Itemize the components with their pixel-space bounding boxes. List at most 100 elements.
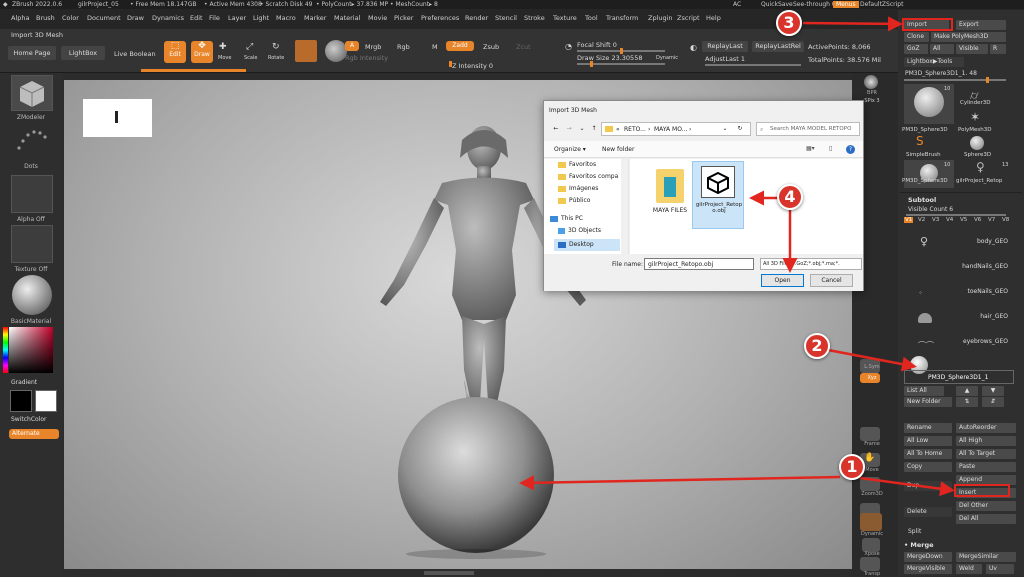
zcut-button[interactable]: Zcut [516, 43, 531, 51]
nav-desktop[interactable]: Desktop [554, 239, 620, 251]
menu-draw[interactable]: Draw [127, 14, 144, 22]
new-folder-button[interactable]: New folder [602, 146, 634, 153]
dots-stroke-icon[interactable] [13, 126, 51, 160]
version-tab-v3[interactable]: V3 [932, 217, 939, 223]
subtool-row-toenails[interactable]: ⁘ toeNails_GEO [904, 285, 1014, 310]
dynamic-button[interactable]: Dynamic [656, 55, 678, 61]
file-type-select[interactable]: All 3D Files(*.GoZ;*.obj;*.ma;*. [760, 258, 862, 270]
weld-button[interactable]: Weld [956, 564, 982, 574]
move-folder-up-button[interactable]: ⇅ [956, 397, 978, 407]
nav-imagenes[interactable]: Imágenes [558, 185, 598, 192]
menu-help[interactable]: Help [706, 14, 721, 22]
zmodeler-brush-thumb[interactable] [11, 75, 53, 111]
active-subtool-row[interactable] [904, 370, 1014, 384]
rgb-button[interactable]: Rgb [397, 43, 410, 51]
view-options-icon[interactable]: ▦▾ [806, 145, 815, 152]
simplebrush-icon[interactable]: S [916, 134, 924, 148]
organize-button[interactable]: Organize ▾ [554, 146, 586, 153]
goz-all-button[interactable]: All [930, 44, 954, 54]
menu-file[interactable]: File [209, 14, 220, 22]
adjust-last-track[interactable] [705, 64, 801, 66]
figure-tool-icon[interactable]: ♀ [976, 160, 985, 174]
texture-sphere-icon[interactable] [325, 40, 347, 62]
file-item-obj-selected[interactable]: gilrProject_Retopo.obj [692, 161, 744, 229]
bpr-icon[interactable] [864, 75, 878, 89]
replay-last-button[interactable]: ReplayLast [702, 41, 748, 52]
version-tab-v4[interactable]: V4 [946, 217, 953, 223]
visible-count-slider[interactable]: Visible Count 6 [908, 206, 953, 213]
menu-color[interactable]: Color [62, 14, 79, 22]
focal-shift-slider[interactable]: Focal Shift 0 [577, 41, 617, 49]
version-tab-v8[interactable]: V8 [1002, 217, 1009, 223]
subtool-row-body[interactable]: ♀ body_GEO [904, 235, 1014, 260]
copy-button[interactable]: Copy [904, 462, 952, 472]
draw-size-slider[interactable]: Draw Size 23.30558 [577, 54, 642, 62]
material-sphere-icon[interactable] [12, 275, 52, 315]
make-polymesh3d-button[interactable]: Make PolyMesh3D [931, 32, 1006, 42]
del-all-button[interactable]: Del All [956, 514, 1016, 524]
path-1[interactable]: RETO... [624, 126, 646, 133]
visible-count-track[interactable] [906, 214, 1006, 216]
move-up-button[interactable]: ▲ [956, 386, 978, 396]
material-preview[interactable] [295, 40, 317, 62]
rename-button[interactable]: Rename [904, 423, 952, 433]
menu-movie[interactable]: Movie [368, 14, 387, 22]
solo-button[interactable] [860, 513, 882, 531]
switch-color-button[interactable]: SwitchColor [11, 416, 47, 423]
menu-transform[interactable]: Transform [606, 14, 638, 22]
move-folder-down-button[interactable]: ⇵ [982, 397, 1004, 407]
menu-tool[interactable]: Tool [585, 14, 598, 22]
help-icon[interactable]: ? [846, 145, 855, 154]
sphere3d-icon[interactable] [970, 136, 984, 150]
nav-publico[interactable]: Público [558, 197, 590, 204]
menu-material[interactable]: Material [334, 14, 360, 22]
new-folder-button[interactable]: New Folder [904, 397, 952, 407]
live-boolean-button[interactable]: Live Boolean [114, 50, 156, 58]
scale-button[interactable]: Scale [244, 55, 257, 61]
texture-thumb[interactable] [11, 225, 53, 263]
del-other-button[interactable]: Del Other [956, 501, 1016, 511]
z-intensity-slider[interactable]: Z Intensity 0 [452, 62, 493, 70]
menu-marker[interactable]: Marker [304, 14, 326, 22]
menu-brush[interactable]: Brush [36, 14, 55, 22]
merge-visible-button[interactable]: MergeVisible [904, 564, 952, 574]
duplicate-button[interactable]: Dup [904, 481, 952, 491]
menu-render[interactable]: Render [465, 14, 488, 22]
current-tool-track[interactable] [904, 79, 1006, 81]
all-low-button[interactable]: All Low [904, 436, 952, 446]
merge-down-button[interactable]: MergeDown [904, 552, 952, 562]
address-dropdown-icon[interactable]: ⌄ [718, 122, 732, 136]
merge-section[interactable]: • Merge [904, 541, 934, 549]
menu-edit[interactable]: Edit [190, 14, 203, 22]
all-high-button[interactable]: All High [956, 436, 1016, 446]
nav-this-pc[interactable]: This PC [550, 215, 583, 222]
move-button[interactable]: Move [218, 55, 231, 61]
goz-visible-button[interactable]: Visible [956, 44, 988, 54]
alternate-button[interactable]: Alternate [9, 429, 59, 439]
a-button[interactable]: A [345, 41, 359, 51]
menu-document[interactable]: Document [87, 14, 121, 22]
all-to-target-button[interactable]: All To Target [956, 449, 1016, 459]
z-intensity-knob[interactable] [449, 61, 452, 67]
file-item-maya-files[interactable]: MAYA FILES [648, 167, 692, 225]
open-button[interactable]: Open [761, 274, 804, 287]
back-icon[interactable]: ← [551, 123, 561, 135]
default-zscript-button[interactable]: DefaultZScript [860, 0, 903, 9]
dropdown-icon[interactable]: ⌄ [577, 123, 587, 135]
delete-button[interactable]: Delete [904, 507, 952, 517]
rotate-button[interactable]: Rotate [268, 55, 284, 61]
export-button[interactable]: Export [956, 20, 1006, 30]
ac-label[interactable]: AC [733, 0, 741, 9]
version-tab-v6[interactable]: V6 [974, 217, 981, 223]
goz-r-button[interactable]: R [990, 44, 1006, 54]
menu-picker[interactable]: Picker [394, 14, 413, 22]
subtool-row-hair[interactable]: hair_GEO [904, 310, 1014, 335]
edit-mode-button[interactable]: ⬚ Edit [164, 41, 186, 63]
version-tab-v1[interactable]: V1 [904, 217, 914, 223]
menu-layer[interactable]: Layer [228, 14, 246, 22]
menu-stencil[interactable]: Stencil [495, 14, 517, 22]
draw-mode-button[interactable]: ✥ Draw [191, 41, 213, 63]
up-icon[interactable]: ↑ [589, 123, 599, 135]
version-tab-v5[interactable]: V5 [960, 217, 967, 223]
paste-button[interactable]: Paste [956, 462, 1016, 472]
